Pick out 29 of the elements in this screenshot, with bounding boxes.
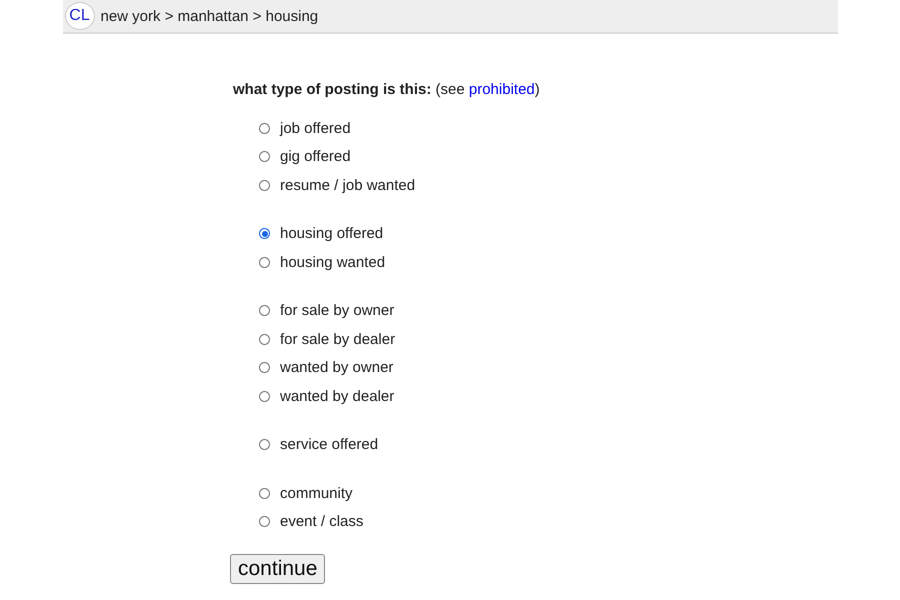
radio-button[interactable]: [259, 362, 270, 374]
option-label[interactable]: housing offered: [280, 225, 384, 242]
option-label[interactable]: event / class: [280, 513, 364, 530]
option-label[interactable]: community: [280, 484, 353, 502]
option-label[interactable]: job offered: [280, 120, 351, 137]
option-label[interactable]: housing wanted: [280, 254, 386, 271]
breadcrumb: new york > manhattan > housing: [100, 8, 318, 24]
radio-button[interactable]: [259, 334, 270, 345]
option-label[interactable]: for sale by dealer: [280, 330, 396, 348]
radio-button[interactable]: [259, 122, 270, 134]
radio-button[interactable]: [259, 390, 270, 402]
radio-button[interactable]: [259, 180, 270, 191]
radio-button[interactable]: [259, 151, 270, 162]
radio-button[interactable]: [259, 516, 270, 528]
radio-button[interactable]: [259, 305, 270, 316]
posting-type-question: what type of posting is this: (see prohibited): [233, 81, 541, 98]
radio-button[interactable]: [259, 256, 270, 268]
radio-button[interactable]: [259, 439, 270, 450]
option-label[interactable]: resume / job wanted: [280, 176, 416, 194]
logo[interactable]: CL: [64, 2, 94, 30]
option-label[interactable]: wanted by dealer: [280, 388, 394, 405]
option-label[interactable]: for sale by owner: [280, 302, 394, 320]
option-label[interactable]: gig offered: [280, 148, 351, 166]
radio-button[interactable]: [259, 488, 270, 499]
option-label[interactable]: service offered: [280, 436, 378, 454]
radio-button[interactable]: [259, 228, 270, 240]
continue-button[interactable]: continue: [230, 554, 326, 584]
prohibited-link[interactable]: prohibited: [468, 81, 535, 98]
option-label[interactable]: wanted by owner: [280, 359, 394, 376]
